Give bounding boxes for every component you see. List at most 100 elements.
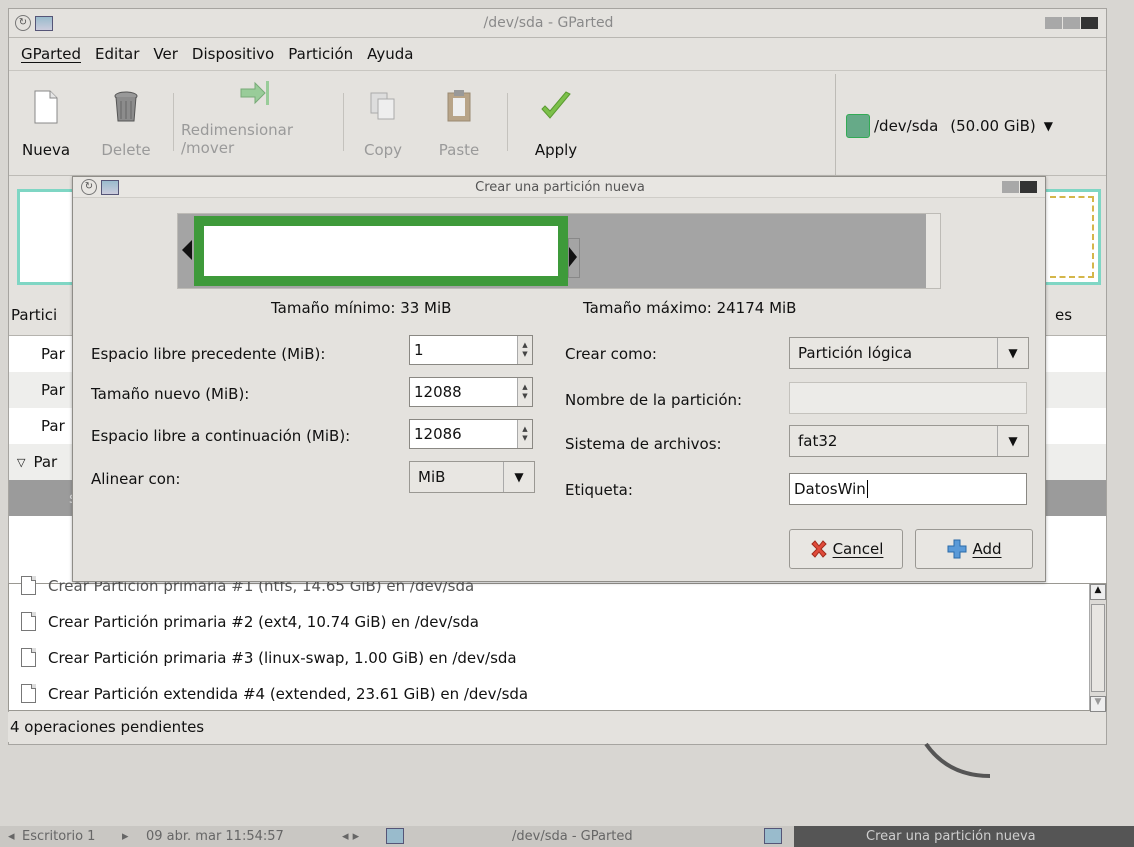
create-as-label: Crear como: <box>565 345 657 363</box>
delete-label: Delete <box>101 141 151 159</box>
spinner-arrows-icon[interactable]: ▲ ▼ <box>517 336 532 364</box>
dialog-menu-icon[interactable]: ↻ <box>81 179 97 195</box>
desktop-wallpaper-stroke <box>924 742 991 778</box>
spinner-arrows-icon[interactable]: ▲ ▼ <box>517 420 532 448</box>
task-arrows-icon[interactable]: ◂ ▸ <box>342 829 359 844</box>
max-size-label: Tamaño máximo: 24174 MiB <box>583 299 797 317</box>
chevron-down-icon[interactable]: ▼ <box>997 338 1028 368</box>
delete-button[interactable]: Delete <box>91 89 161 159</box>
scroll-up-arrow-icon[interactable]: ▲ <box>1090 584 1106 600</box>
paste-button[interactable]: Paste <box>429 89 489 159</box>
chevron-down-icon[interactable]: ▼ <box>1044 119 1053 133</box>
scroll-thumb[interactable] <box>1091 604 1105 692</box>
new-label: Nueva <box>21 141 71 159</box>
device-size: (50.00 GiB) <box>950 117 1036 135</box>
clipboard-icon <box>447 90 471 122</box>
partition-block-inner <box>204 226 558 276</box>
new-button[interactable]: Nueva <box>13 89 79 159</box>
chevron-down-icon[interactable]: ▼ <box>503 462 534 492</box>
task-gparted[interactable]: /dev/sda - GParted <box>512 829 633 844</box>
resizer-right-margin <box>926 214 940 288</box>
trash-icon <box>114 91 138 122</box>
new-partition-block[interactable] <box>194 216 568 286</box>
menubar: GParted Editar Ver Dispositivo Partición… <box>9 38 1106 71</box>
window-title: /dev/sda - GParted <box>483 15 614 31</box>
minimize-button[interactable] <box>1045 17 1062 29</box>
cancel-label: Cancel <box>832 540 884 558</box>
scrollbar[interactable]: ▲ ▼ <box>1089 584 1106 712</box>
create-as-combobox[interactable]: Partición lógica ▼ <box>789 337 1029 369</box>
menu-particion[interactable]: Partición <box>288 45 353 63</box>
menu-editar[interactable]: Editar <box>95 45 139 63</box>
maximize-button[interactable] <box>1063 17 1080 29</box>
resize-label-2: /mover <box>181 139 235 157</box>
partition-block-highlight[interactable] <box>17 189 77 285</box>
dialog-window-controls[interactable] <box>1001 181 1037 193</box>
add-button[interactable]: Add <box>915 529 1033 569</box>
checkmark-icon <box>541 91 571 119</box>
chevron-down-icon[interactable]: ▼ <box>997 426 1028 456</box>
operation-item[interactable]: Crear Partición primaria #3 (linux-swap,… <box>21 648 517 667</box>
partition-resizer[interactable] <box>177 213 941 289</box>
dialog-title: Crear una partición nueva <box>475 179 645 195</box>
copy-button[interactable]: Copy <box>353 89 413 159</box>
disk-icon <box>846 114 870 138</box>
desktop-label[interactable]: Escritorio 1 <box>22 829 95 844</box>
expander-icon[interactable]: ▽ <box>17 456 25 469</box>
task-dialog-label: Crear una partición nueva <box>866 829 1036 844</box>
copy-label: Copy <box>363 141 403 159</box>
row-text: Par <box>41 381 65 399</box>
menu-dispositivo[interactable]: Dispositivo <box>192 45 274 63</box>
filesystem-combobox[interactable]: fat32 ▼ <box>789 425 1029 457</box>
free-after-spinner[interactable]: 12086 ▲ ▼ <box>409 419 533 449</box>
operation-item[interactable]: Crear Partición extendida #4 (extended, … <box>21 684 528 703</box>
apply-label: Apply <box>534 141 578 159</box>
task-dialog-active[interactable]: Crear una partición nueva <box>794 826 1134 847</box>
label-input[interactable]: DatosWin <box>789 473 1027 505</box>
toolbar-separator <box>173 93 174 151</box>
dialog-titlebar[interactable]: ↻ Crear una partición nueva <box>73 177 1045 198</box>
scroll-down-arrow-icon[interactable]: ▼ <box>1090 696 1106 712</box>
apply-button[interactable]: Apply <box>521 89 591 159</box>
prev-desktop-arrow-icon[interactable]: ◂ <box>8 829 15 844</box>
menu-ayuda[interactable]: Ayuda <box>367 45 413 63</box>
partition-name-input[interactable] <box>789 382 1027 414</box>
spinner-arrows-icon[interactable]: ▲ ▼ <box>517 378 532 406</box>
dialog-minimize-button[interactable] <box>1002 181 1019 193</box>
align-value: MiB <box>418 468 446 486</box>
right-resize-handle-icon[interactable] <box>568 238 580 278</box>
label-value: DatosWin <box>794 480 866 498</box>
row-text: Par <box>41 417 65 435</box>
resize-move-button[interactable]: Redimensionar /mover <box>181 79 329 157</box>
row-text: Par <box>41 345 65 363</box>
dialog-close-button[interactable] <box>1020 181 1037 193</box>
status-text: 4 operaciones pendientes <box>10 718 205 736</box>
free-before-spinner[interactable]: 1 ▲ ▼ <box>409 335 533 365</box>
left-resize-handle-icon[interactable] <box>182 240 192 260</box>
cancel-button[interactable]: Cancel <box>789 529 903 569</box>
device-name: /dev/sda <box>874 117 939 135</box>
operation-item[interactable]: Crear Partición primaria #2 (ext4, 10.74… <box>21 612 479 631</box>
copy-icon <box>370 92 395 120</box>
window-titlebar[interactable]: ↻ /dev/sda - GParted <box>9 9 1106 38</box>
align-label: Alinear con: <box>91 470 181 488</box>
window-controls[interactable] <box>1044 17 1098 29</box>
partition-block-extended[interactable] <box>1043 189 1101 285</box>
next-desktop-arrow-icon[interactable]: ▸ <box>122 829 129 844</box>
close-button[interactable] <box>1081 17 1098 29</box>
menu-ver[interactable]: Ver <box>153 45 178 63</box>
col-flags[interactable]: es <box>1055 306 1072 324</box>
col-partition[interactable]: Partici <box>11 306 57 324</box>
create-partition-dialog: ↻ Crear una partición nueva Tamaño mínim… <box>72 176 1046 582</box>
document-icon <box>21 648 36 667</box>
task-icon <box>386 828 404 844</box>
new-size-spinner[interactable]: 12088 ▲ ▼ <box>409 377 533 407</box>
menu-gparted[interactable]: GParted <box>21 45 81 63</box>
operation-text: Crear Partición primaria #3 (linux-swap,… <box>48 648 517 667</box>
free-before-label: Espacio libre precedente (MiB): <box>91 345 326 363</box>
row-text: Par <box>33 453 58 471</box>
free-before-value: 1 <box>414 341 424 359</box>
device-selector[interactable]: /dev/sda (50.00 GiB) ▼ <box>835 74 1106 178</box>
window-menu-icon[interactable]: ↻ <box>15 15 31 31</box>
align-combobox[interactable]: MiB ▼ <box>409 461 535 493</box>
